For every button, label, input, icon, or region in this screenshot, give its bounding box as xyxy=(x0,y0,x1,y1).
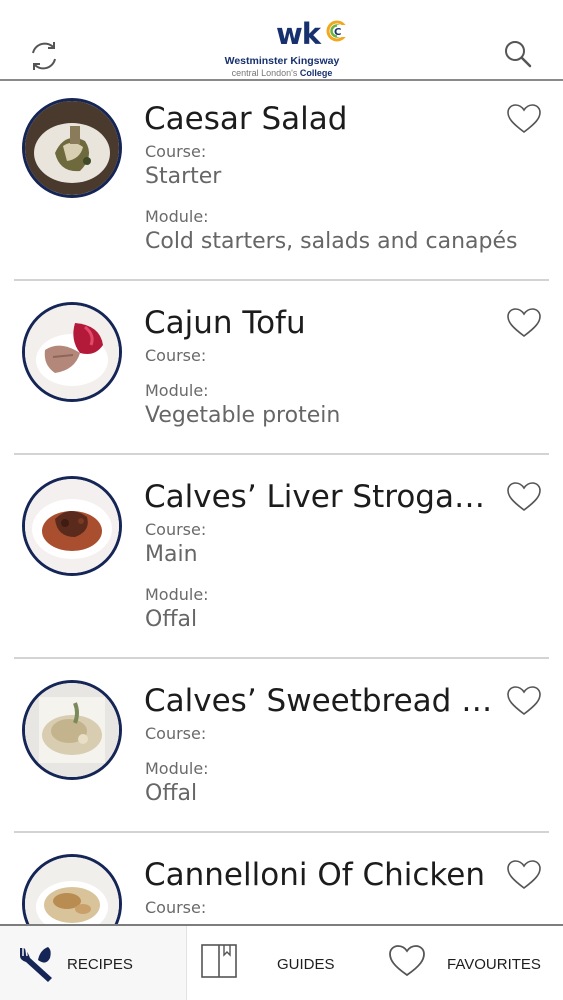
course-label: Course: xyxy=(145,898,207,917)
recipe-thumbnail xyxy=(22,854,122,924)
tab-guides[interactable]: GUIDES xyxy=(187,926,375,1000)
recipe-title: Cannelloni Of Chicken xyxy=(144,857,485,893)
module-value: Vegetable protein xyxy=(145,403,341,428)
heart-icon xyxy=(389,945,425,977)
module-label: Module: xyxy=(145,207,209,226)
module-value: Offal xyxy=(145,607,198,632)
logo-letters: wk xyxy=(276,17,321,51)
course-value: Main xyxy=(145,542,198,567)
app-header: wk C Westminster Kingsway central London… xyxy=(0,0,563,81)
logo-rainbow-c: C xyxy=(326,20,348,42)
tab-recipes[interactable]: RECIPES xyxy=(0,926,187,1000)
logo-line2: central London's College xyxy=(231,68,333,78)
recipe-title: Cajun Tofu xyxy=(144,305,306,341)
search-button[interactable] xyxy=(499,36,539,76)
recipe-thumbnail xyxy=(22,476,122,576)
svg-text:C: C xyxy=(334,27,341,38)
recipe-card[interactable]: Cannelloni Of Chicken Course: xyxy=(0,833,563,924)
recipe-thumbnail xyxy=(22,98,122,198)
module-value: Offal xyxy=(145,781,198,806)
module-label: Module: xyxy=(145,759,209,778)
course-label: Course: xyxy=(145,520,207,539)
recipe-thumbnail xyxy=(22,680,122,780)
refresh-button[interactable] xyxy=(24,36,64,76)
course-label: Course: xyxy=(145,142,207,161)
recipe-card[interactable]: Calves’ Liver Stroganoff Course: Main Mo… xyxy=(0,455,563,659)
tab-recipes-label: RECIPES xyxy=(67,956,133,973)
recipe-list[interactable]: Caesar Salad Course: Starter Module: Col… xyxy=(0,81,563,924)
recipe-card[interactable]: Cajun Tofu Course: Module: Vegetable pro… xyxy=(0,281,563,455)
favourite-heart-icon[interactable] xyxy=(506,685,542,717)
module-label: Module: xyxy=(145,381,209,400)
book-icon xyxy=(201,944,237,978)
module-label: Module: xyxy=(145,585,209,604)
recipe-thumbnail xyxy=(22,302,122,402)
logo-line1: Westminster Kingsway xyxy=(224,55,340,67)
course-label: Course: xyxy=(145,724,207,743)
college-logo: wk C Westminster Kingsway central London… xyxy=(212,16,352,80)
search-icon xyxy=(505,41,532,68)
fork-knife-icon xyxy=(18,947,52,982)
recipe-title: Caesar Salad xyxy=(144,101,348,137)
favourite-heart-icon[interactable] xyxy=(506,307,542,339)
tab-favourites-label: FAVOURITES xyxy=(447,956,541,973)
refresh-icon xyxy=(32,42,56,70)
course-value: Starter xyxy=(145,164,222,189)
tab-guides-label: GUIDES xyxy=(277,956,335,973)
favourite-heart-icon[interactable] xyxy=(506,859,542,891)
tab-favourites[interactable]: FAVOURITES xyxy=(375,926,563,1000)
favourite-heart-icon[interactable] xyxy=(506,103,542,135)
favourite-heart-icon[interactable] xyxy=(506,481,542,513)
recipe-card[interactable]: Calves’ Sweetbread Fricassee Course: Mod… xyxy=(0,659,563,833)
recipe-title: Calves’ Sweetbread Fricassee xyxy=(144,683,494,719)
course-label: Course: xyxy=(145,346,207,365)
bottom-tab-bar: RECIPES GUIDES FAVOURITES xyxy=(0,924,563,1000)
recipe-title: Calves’ Liver Stroganoff xyxy=(144,479,494,515)
recipe-card[interactable]: Caesar Salad Course: Starter Module: Col… xyxy=(0,81,563,281)
module-value: Cold starters, salads and canapés xyxy=(145,229,518,254)
